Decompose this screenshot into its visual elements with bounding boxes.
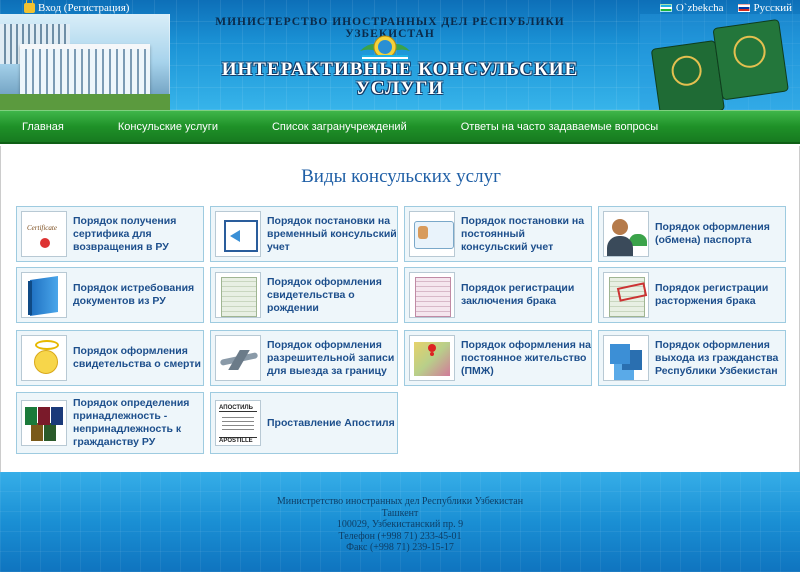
certificate-icon (21, 211, 67, 257)
passports-image (640, 14, 800, 110)
footer-phone: Телефон (+998 71) 233-45-01 (338, 530, 462, 542)
uzbekistan-flag-icon (659, 4, 672, 12)
russia-flag-icon (737, 4, 750, 12)
main-content: Виды консульских услуг Порядок получения… (0, 146, 800, 472)
service-card-divorce-registration[interactable]: Порядок регистрации расторжения брака (598, 267, 786, 323)
login-label: Вход (Регистрация) (38, 2, 130, 14)
lang-uzbek[interactable]: O`zbekcha (659, 2, 724, 14)
marriage-certificate-icon (409, 272, 455, 318)
ministry-building-image (0, 14, 170, 110)
lang-russian[interactable]: Русский (737, 2, 793, 14)
lang-label: O`zbekcha (675, 2, 724, 14)
apostille-icon (215, 400, 261, 446)
nav-item-missions-list[interactable]: Список загранучреждений (272, 121, 461, 133)
login-link[interactable]: Вход (Регистрация) (24, 0, 130, 14)
footer-address: 100029, Узбекистанский пр. 9 (336, 519, 464, 530)
nav-item-consular-services[interactable]: Консульские услуги (118, 121, 272, 133)
service-card-temporary-registration[interactable]: Порядок постановки на временный консульс… (210, 206, 398, 262)
service-card-passport[interactable]: Порядок оформления (обмена) паспорта (598, 206, 786, 262)
service-card-death-certificate[interactable]: Порядок оформления свидетельства о смерт… (16, 330, 204, 386)
main-nav: Главная Консульские услуги Список загран… (0, 110, 800, 144)
divorce-certificate-icon (603, 272, 649, 318)
lang-label: Русский (753, 2, 793, 14)
footer-contacts: Министретство иностранных дел Республики… (0, 496, 800, 554)
service-card-citizenship-renunciation[interactable]: Порядок оформления выхода из гражданства… (598, 330, 786, 386)
page-title: Виды консульских услуг (301, 166, 501, 187)
airplane-icon (215, 335, 261, 381)
service-card-marriage-registration[interactable]: Порядок регистрации заключения брака (404, 267, 592, 323)
service-card-permanent-residence[interactable]: Порядок оформления на постоянное жительс… (404, 330, 592, 386)
map-pin-icon (409, 335, 455, 381)
language-switcher: O`zbekcha Русский (659, 2, 793, 14)
blue-book-icon (21, 272, 67, 318)
nav-item-faq[interactable]: Ответы на часто задаваемые вопросы (461, 121, 682, 133)
service-card-permanent-registration[interactable]: Порядок постановки на постоянный консуль… (404, 206, 592, 262)
person-passport-icon (603, 211, 649, 257)
id-card-icon (409, 211, 455, 257)
service-card-birth-certificate[interactable]: Порядок оформления свидетельства о рожде… (210, 267, 398, 323)
service-card-citizenship-determination[interactable]: Порядок определения принадлежность - неп… (16, 392, 204, 454)
footer-fax: Факс (+998 71) 239-15-17 (346, 542, 454, 553)
lock-icon (24, 0, 35, 13)
service-card-documents-request[interactable]: Порядок истребования документов из РУ (16, 267, 204, 323)
footer-city: Ташкент (381, 507, 419, 519)
nav-item-home[interactable]: Главная (0, 121, 118, 133)
passports-stack-icon (21, 400, 67, 446)
angel-icon (21, 335, 67, 381)
window-arrow-icon (215, 211, 261, 257)
footer-ministry: Министретство иностранных дел Республики… (276, 496, 524, 507)
service-card-return-certificate[interactable]: Порядок получения сертифика для возвраще… (16, 206, 204, 262)
header-banner: Вход (Регистрация) O`zbekcha Русский МИН… (0, 0, 800, 110)
birth-certificate-icon (215, 272, 261, 318)
service-card-apostille[interactable]: Проставление Апостиля (210, 392, 398, 454)
page-banner-title: ИНТЕРАКТИВНЫЕ КОНСУЛЬСКИЕ УСЛУГИ (221, 59, 579, 99)
blue-cubes-icon (603, 335, 649, 381)
footer: Министретство иностранных дел Республики… (0, 472, 800, 572)
service-card-exit-permit[interactable]: Порядок оформления разрешительной записи… (210, 330, 398, 386)
